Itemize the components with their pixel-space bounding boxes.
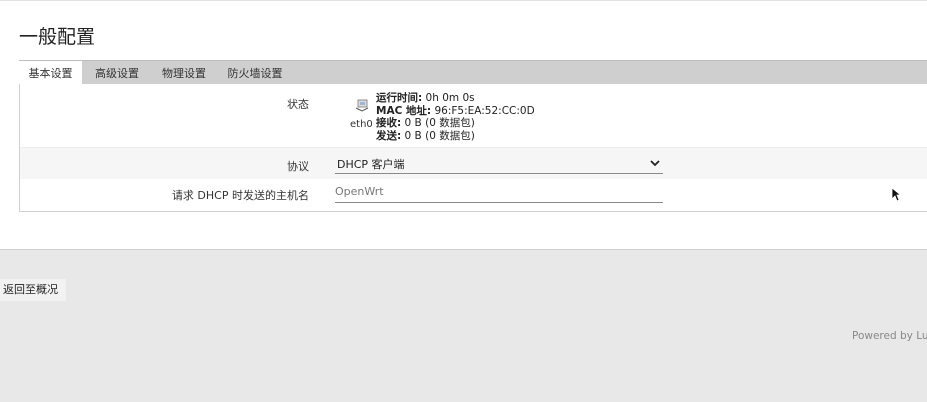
chevron-down-icon (650, 160, 660, 167)
rx-key: 接收: (376, 117, 402, 129)
rx-line: 接收: 0 B (0 数据包) (376, 117, 535, 130)
hostname-row: 请求 DHCP 时发送的主机名 (20, 179, 927, 211)
device-name: eth0 (350, 119, 373, 130)
main-panel: 一般配置 基本设置 高级设置 物理设置 防火墙设置 状态 eth0 运行时间: … (0, 0, 927, 250)
tab-physical-settings[interactable]: 物理设置 (154, 61, 214, 85)
tab-firewall-settings[interactable]: 防火墙设置 (220, 61, 290, 85)
tab-basic-settings[interactable]: 基本设置 (19, 61, 82, 85)
page-title: 一般配置 (19, 26, 96, 48)
tx-line: 发送: 0 B (0 数据包) (376, 130, 535, 143)
uptime-line: 运行时间: 0h 0m 0s (376, 92, 535, 105)
hostname-label: 请求 DHCP 时发送的主机名 (171, 189, 309, 202)
tab-bar: 基本设置 高级设置 物理设置 防火墙设置 (19, 60, 927, 85)
top-divider (0, 0, 927, 1)
status-row: 状态 eth0 运行时间: 0h 0m 0s MAC 地址: 96:F5:EA:… (20, 84, 927, 147)
mac-value: 96:F5:EA:52:CC:0D (431, 104, 535, 117)
hostname-field (335, 181, 663, 203)
hostname-input[interactable] (335, 181, 655, 198)
status-label: 状态 (287, 98, 309, 111)
settings-form: 状态 eth0 运行时间: 0h 0m 0s MAC 地址: 96:F5:EA:… (19, 84, 927, 212)
tx-value: 0 B (0 数据包) (401, 129, 475, 142)
mouse-cursor-icon (891, 187, 901, 202)
status-details: 运行时间: 0h 0m 0s MAC 地址: 96:F5:EA:52:CC:0D… (376, 92, 535, 142)
mac-key: MAC 地址: (376, 104, 432, 117)
tab-advanced-settings[interactable]: 高级设置 (87, 61, 147, 85)
back-to-overview-button[interactable]: 返回至概况 (0, 279, 66, 301)
mac-line: MAC 地址: 96:F5:EA:52:CC:0D (376, 105, 535, 118)
network-port-icon (355, 99, 369, 112)
tx-key: 发送: (376, 129, 402, 142)
powered-by-footer: Powered by LuCI (852, 330, 927, 342)
protocol-select[interactable]: DHCP 客户端 (335, 154, 663, 174)
rx-value: 0 B (0 数据包) (401, 117, 475, 129)
protocol-label: 协议 (287, 160, 309, 173)
uptime-value: 0h 0m 0s (422, 92, 475, 104)
protocol-selected-value: DHCP 客户端 (337, 158, 405, 171)
uptime-key: 运行时间: (376, 92, 423, 104)
protocol-row: 协议 DHCP 客户端 (20, 147, 927, 181)
